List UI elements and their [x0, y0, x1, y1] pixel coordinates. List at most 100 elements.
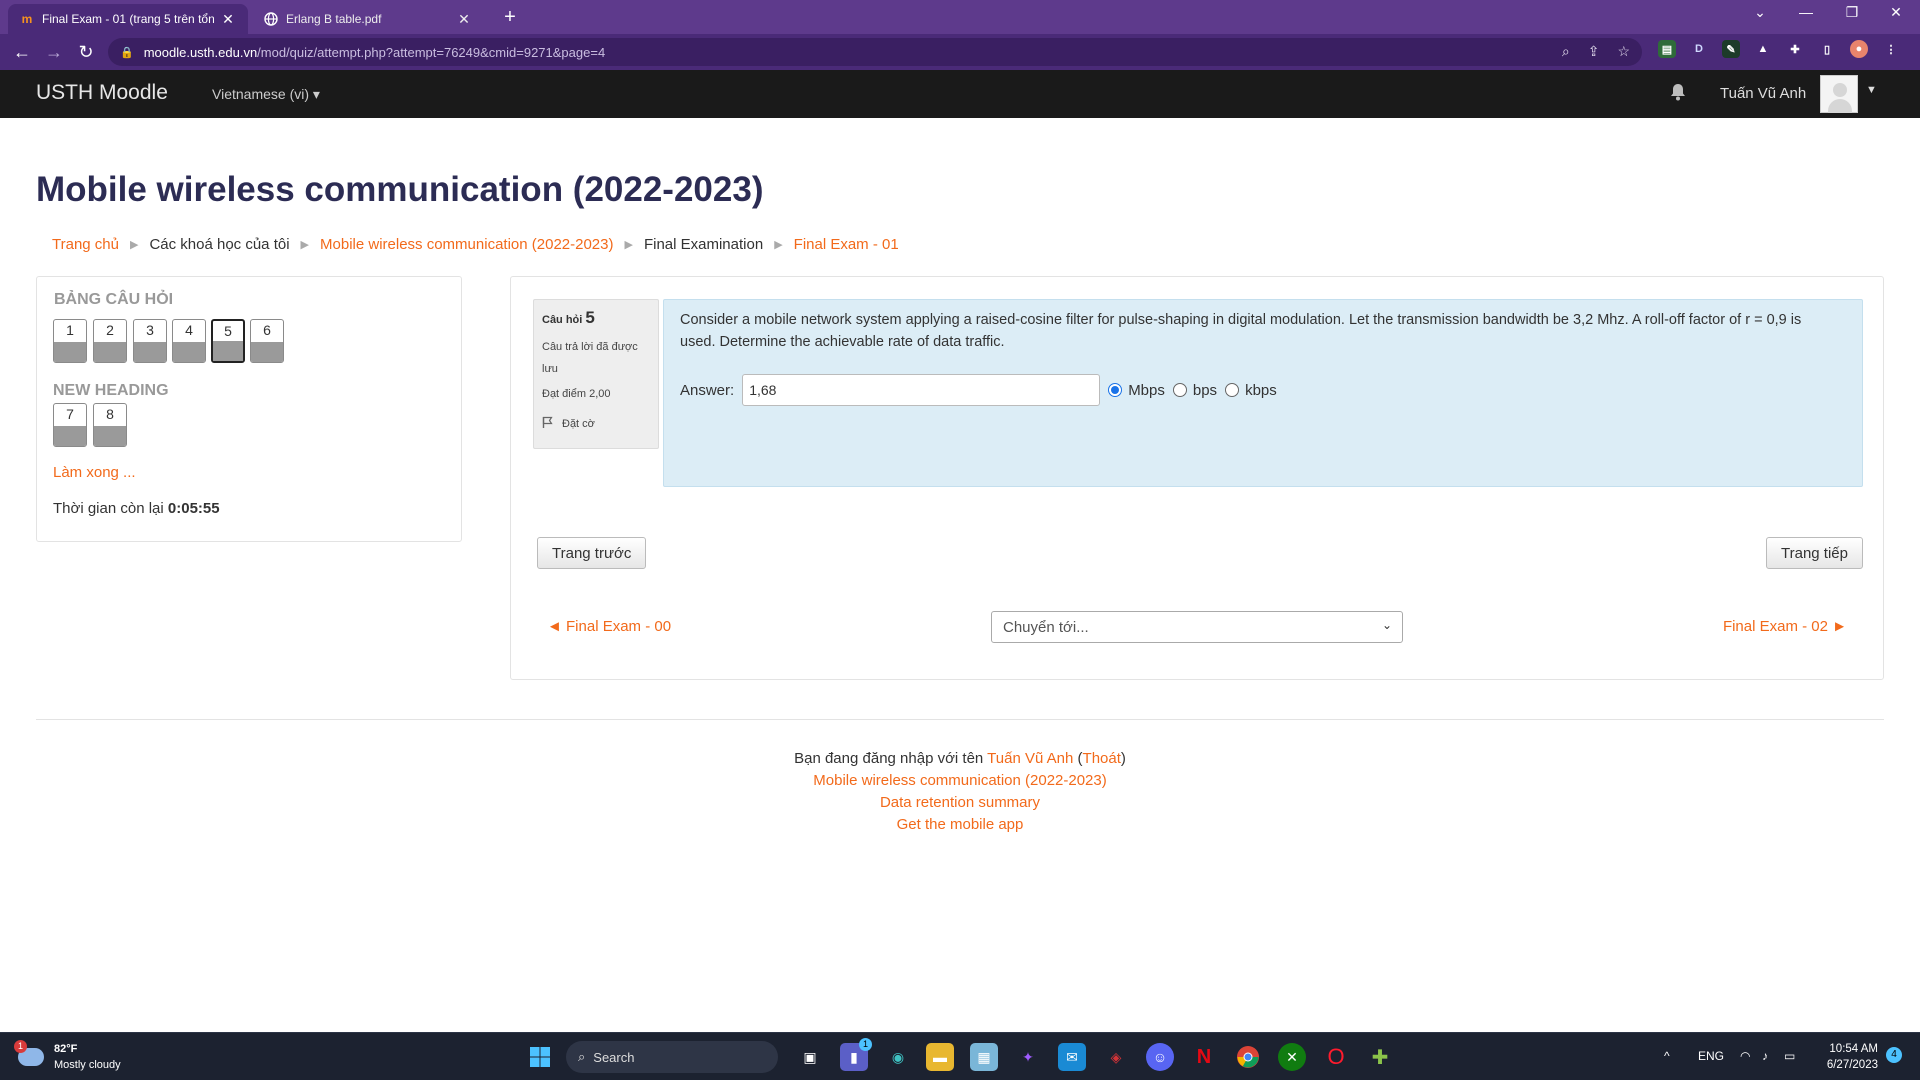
notification-bell-icon[interactable]	[1670, 83, 1686, 106]
avatar[interactable]	[1820, 75, 1858, 113]
question-nav-button-6[interactable]: 6	[250, 319, 284, 363]
wifi-icon[interactable]: ◠	[1740, 1049, 1750, 1063]
notification-count[interactable]: 4	[1886, 1047, 1902, 1063]
browser-tab-bar: m Final Exam - 01 (trang 5 trên tổng ✕ E…	[0, 0, 1920, 34]
taskbar-clock[interactable]: 10:54 AM 6/27/2023	[1822, 1041, 1878, 1073]
discord-icon[interactable]: ☺	[1146, 1043, 1174, 1071]
question-info: Câu hỏi 5 Câu trả lời đã được lưu Đạt đi…	[533, 299, 659, 449]
tray-chevron-up-icon[interactable]: ^	[1664, 1049, 1670, 1063]
gaming-app-icon[interactable]: ◈	[1102, 1043, 1130, 1071]
close-tab-icon[interactable]: ✕	[456, 11, 472, 28]
logout-link[interactable]: Thoát	[1083, 750, 1121, 767]
question-number: 2	[106, 322, 114, 338]
question-nav-button-8[interactable]: 8	[93, 403, 127, 447]
restore-icon[interactable]: ❐	[1832, 4, 1872, 21]
previous-activity-link[interactable]: ◄ Final Exam - 00	[547, 618, 671, 635]
breadcrumb-course[interactable]: Mobile wireless communication (2022-2023…	[320, 236, 613, 253]
question-nav-button-5-current[interactable]: 5	[211, 319, 245, 363]
jump-to-select[interactable]: Chuyển tới... ⌄	[991, 611, 1403, 643]
site-brand[interactable]: USTH Moodle	[36, 81, 168, 105]
question-nav-button-4[interactable]: 4	[172, 319, 206, 363]
opera-icon[interactable]: O	[1322, 1043, 1350, 1071]
task-view-icon[interactable]: ▣	[796, 1043, 824, 1071]
question-number: 5	[585, 308, 595, 327]
profile-avatar-icon[interactable]: ●	[1850, 40, 1868, 58]
flag-question-button[interactable]: Đặt cờ	[542, 416, 650, 432]
reload-icon[interactable]: ↻	[74, 40, 98, 64]
messenger-icon[interactable]: ✦	[1014, 1043, 1042, 1071]
volume-icon[interactable]: ♪	[1762, 1049, 1768, 1063]
green-app-icon[interactable]: ✚	[1366, 1043, 1394, 1071]
previous-page-button[interactable]: Trang trước	[537, 537, 647, 569]
zoom-icon[interactable]: ⌕	[1562, 43, 1570, 60]
url-host: moodle.usth.edu.vn	[143, 44, 258, 60]
minimize-icon[interactable]: —	[1786, 4, 1826, 20]
mail-icon[interactable]: ✉	[1058, 1043, 1086, 1071]
unit-radio-mbps[interactable]	[1108, 383, 1123, 397]
breadcrumb-quiz[interactable]: Final Exam - 01	[794, 236, 899, 253]
question-number-label: Câu hỏi 5	[542, 308, 650, 328]
photos-icon[interactable]: ▦	[970, 1043, 998, 1071]
unit-radio-kbps[interactable]	[1225, 383, 1240, 397]
question-number: 8	[106, 406, 114, 422]
data-retention-link[interactable]: Data retention summary	[0, 792, 1920, 814]
user-name[interactable]: Tuấn Vũ Anh	[1720, 85, 1806, 102]
extension-d-icon[interactable]: D	[1690, 40, 1708, 58]
tab-final-exam[interactable]: m Final Exam - 01 (trang 5 trên tổng ✕	[8, 4, 248, 34]
question-nav-button-3[interactable]: 3	[133, 319, 167, 363]
search-label: Search	[593, 1049, 635, 1065]
windows-start-icon[interactable]	[526, 1043, 554, 1071]
finish-attempt-link[interactable]: Làm xong ...	[53, 464, 136, 481]
extensions-puzzle-icon[interactable]: ✚	[1786, 40, 1804, 58]
close-window-icon[interactable]: ✕	[1876, 4, 1916, 21]
xbox-icon[interactable]: ✕	[1278, 1043, 1306, 1071]
battery-icon[interactable]: ▭	[1784, 1049, 1795, 1063]
teams-icon[interactable]: 1 ▮	[840, 1038, 872, 1071]
taskbar-search[interactable]: ⌕ Search	[566, 1041, 778, 1073]
unit-label-kbps: kbps	[1245, 381, 1277, 399]
question-nav-button-7[interactable]: 7	[53, 403, 87, 447]
close-tab-icon[interactable]: ✕	[220, 11, 236, 28]
search-icon: ⌕	[578, 1049, 586, 1064]
browser-toolbar: ← → ↻ 🔒 moodle.usth.edu.vn/mod/quiz/atte…	[0, 34, 1920, 70]
unit-radio-bps[interactable]	[1172, 383, 1187, 397]
tab-search-chevron-icon[interactable]: ⌄	[1740, 4, 1780, 21]
question-text: Consider a mobile network system applyin…	[680, 312, 1802, 350]
question-number: 1	[66, 322, 74, 338]
mobile-app-link[interactable]: Get the mobile app	[0, 814, 1920, 836]
next-page-button[interactable]: Trang tiếp	[1766, 537, 1863, 569]
new-tab-icon[interactable]: +	[498, 6, 522, 29]
chrome-icon[interactable]	[1234, 1043, 1262, 1071]
edge-icon[interactable]: ◉	[884, 1043, 912, 1071]
footer-course-link[interactable]: Mobile wireless communication (2022-2023…	[0, 770, 1920, 792]
weather-temp: 82°F	[54, 1043, 78, 1055]
netflix-icon[interactable]: N	[1190, 1043, 1218, 1071]
share-icon[interactable]: ⇪	[1588, 43, 1600, 60]
input-language[interactable]: ENG	[1698, 1049, 1724, 1063]
footer-user-link[interactable]: Tuấn Vũ Anh	[987, 750, 1073, 767]
language-menu[interactable]: Vietnamese (vi) ▾	[212, 86, 320, 103]
answer-input[interactable]	[742, 374, 1101, 406]
clock-date: 6/27/2023	[1826, 1059, 1878, 1071]
bookmark-star-icon[interactable]: ☆	[1617, 43, 1630, 60]
question-nav-button-1[interactable]: 1	[53, 319, 87, 363]
weather-desc: Mostly cloudy	[54, 1059, 121, 1071]
question-number: 6	[263, 322, 271, 338]
file-explorer-icon[interactable]: ▬	[926, 1043, 954, 1071]
time-left-label: Thời gian còn lại	[53, 500, 164, 517]
address-bar[interactable]: 🔒 moodle.usth.edu.vn/mod/quiz/attempt.ph…	[108, 38, 1642, 66]
question-nav-button-2[interactable]: 2	[93, 319, 127, 363]
quiz-timer: Thời gian còn lại 0:05:55	[53, 500, 220, 517]
user-menu-chevron-icon[interactable]: ▼	[1866, 84, 1877, 96]
back-icon[interactable]: ←	[10, 40, 34, 64]
browser-menu-icon[interactable]: ⋮	[1882, 40, 1900, 58]
tab-erlang-pdf[interactable]: Erlang B table.pdf ✕	[252, 4, 484, 34]
extension-green-icon[interactable]: ▤	[1658, 40, 1676, 58]
extension-leaf-icon[interactable]: ✎	[1722, 40, 1740, 58]
next-activity-link[interactable]: Final Exam - 02 ►	[1723, 618, 1847, 635]
forward-icon[interactable]: →	[42, 40, 66, 64]
extension-triangle-icon[interactable]: ▲	[1754, 40, 1772, 58]
breadcrumb-home[interactable]: Trang chủ	[52, 236, 119, 253]
side-panel-icon[interactable]: ▯	[1818, 40, 1836, 58]
weather-widget[interactable]: 1 82°F Mostly cloudy	[14, 1040, 121, 1073]
